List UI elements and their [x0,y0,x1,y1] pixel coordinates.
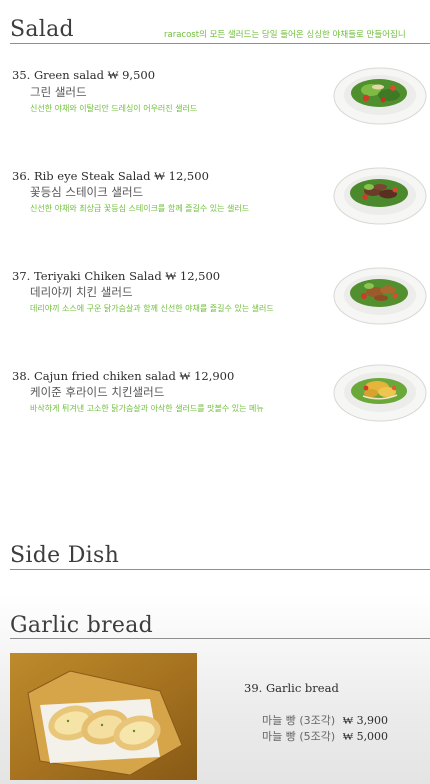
section-title-side-dish: Side Dish [10,543,120,568]
price-row: 마늘 빵 (3조각) ₩ 3,900 [262,712,388,728]
steak-salad-plate-image [333,167,427,225]
menu-item-description: 바삭하게 튀겨낸 고소한 닭가슴살과 아삭한 샐러드를 맛볼수 있는 메뉴 [30,404,264,413]
garlic-bread-photo-image [10,653,197,780]
price-row-label: 마늘 빵 (3조각) [262,714,336,727]
price-row: 마늘 빵 (5조각) ₩ 5,000 [262,728,388,744]
price-row-label: 마늘 빵 (5조각) [262,730,336,743]
menu-item-korean-name: 그린 샐러드 [30,85,87,99]
salad-tagline: raracost의 모든 샐러드는 당일 들어온 싱싱한 야채들로 만들어집니 [164,30,406,40]
menu-item-description: 신선한 야채와 이탈리안 드레싱이 어우러진 샐러드 [30,104,198,113]
section-title-garlic-bread: Garlic bread [10,613,154,638]
cajun-salad-plate-image [333,364,427,422]
teriyaki-salad-plate-image [333,267,427,325]
green-salad-plate-image [333,67,427,125]
menu-item-name: 37. Teriyaki Chiken Salad ₩ 12,500 [12,269,221,283]
menu-item-korean-name: 데리야끼 치킨 샐러드 [30,285,133,299]
price-row-value: ₩ 5,000 [342,730,389,743]
menu-item-name: 36. Rib eye Steak Salad ₩ 12,500 [12,169,209,183]
section-divider [10,569,430,570]
garlic-bread-item-name: 39. Garlic bread [244,681,339,695]
menu-item-name: 38. Cajun fried chiken salad ₩ 12,900 [12,369,235,383]
menu-item-korean-name: 케이준 후라이드 치킨샐러드 [30,385,165,399]
section-title-salad: Salad [10,17,74,42]
section-divider [10,43,430,44]
menu-item-description: 데리야끼 소스에 구운 닭가슴살과 함께 신선한 야채를 즐길수 있는 샐러드 [30,304,274,313]
menu-item-korean-name: 꽃등심 스테이크 샐러드 [30,185,144,199]
section-divider [10,638,430,639]
menu-item-description: 신선한 야채와 최상급 꽃등심 스테이크를 함께 즐길수 있는 샐러드 [30,204,250,213]
price-row-value: ₩ 3,900 [342,714,389,727]
menu-item-name: 35. Green salad ₩ 9,500 [12,68,156,82]
